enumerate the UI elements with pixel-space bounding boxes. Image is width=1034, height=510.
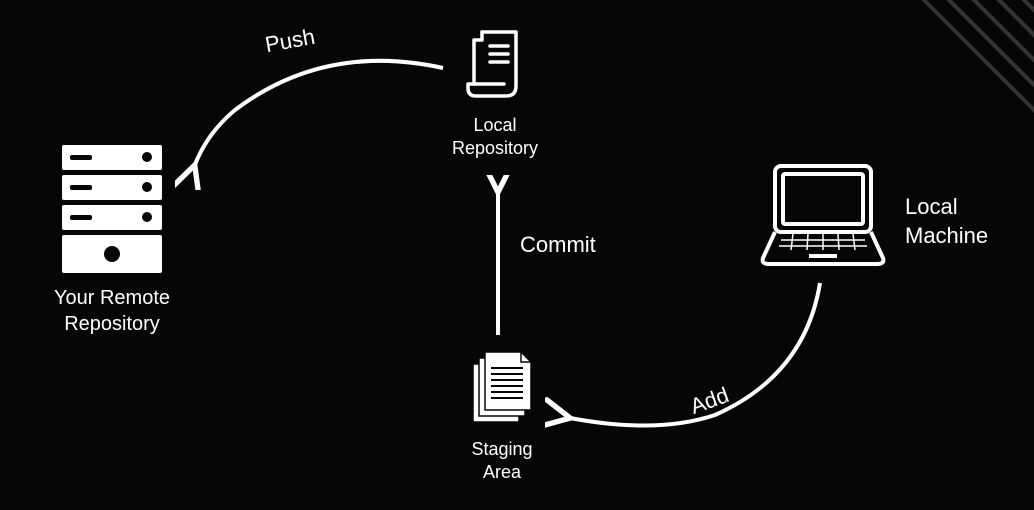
node-label: Local Machine <box>905 193 988 250</box>
node-label: Staging Area <box>471 438 532 485</box>
node-staging-area: Staging Area <box>467 350 537 485</box>
node-remote-repo: Your Remote Repository <box>52 145 172 337</box>
node-local-machine <box>753 160 893 270</box>
arrow-push <box>175 50 465 190</box>
arrow-commit <box>478 175 518 345</box>
document-scroll-icon <box>460 28 530 106</box>
server-icon <box>52 145 172 275</box>
arrow-add <box>545 275 835 445</box>
node-label: Your Remote Repository <box>54 285 170 337</box>
documents-stack-icon <box>467 350 537 430</box>
arrow-label-commit: Commit <box>520 232 596 258</box>
laptop-icon <box>753 160 893 270</box>
